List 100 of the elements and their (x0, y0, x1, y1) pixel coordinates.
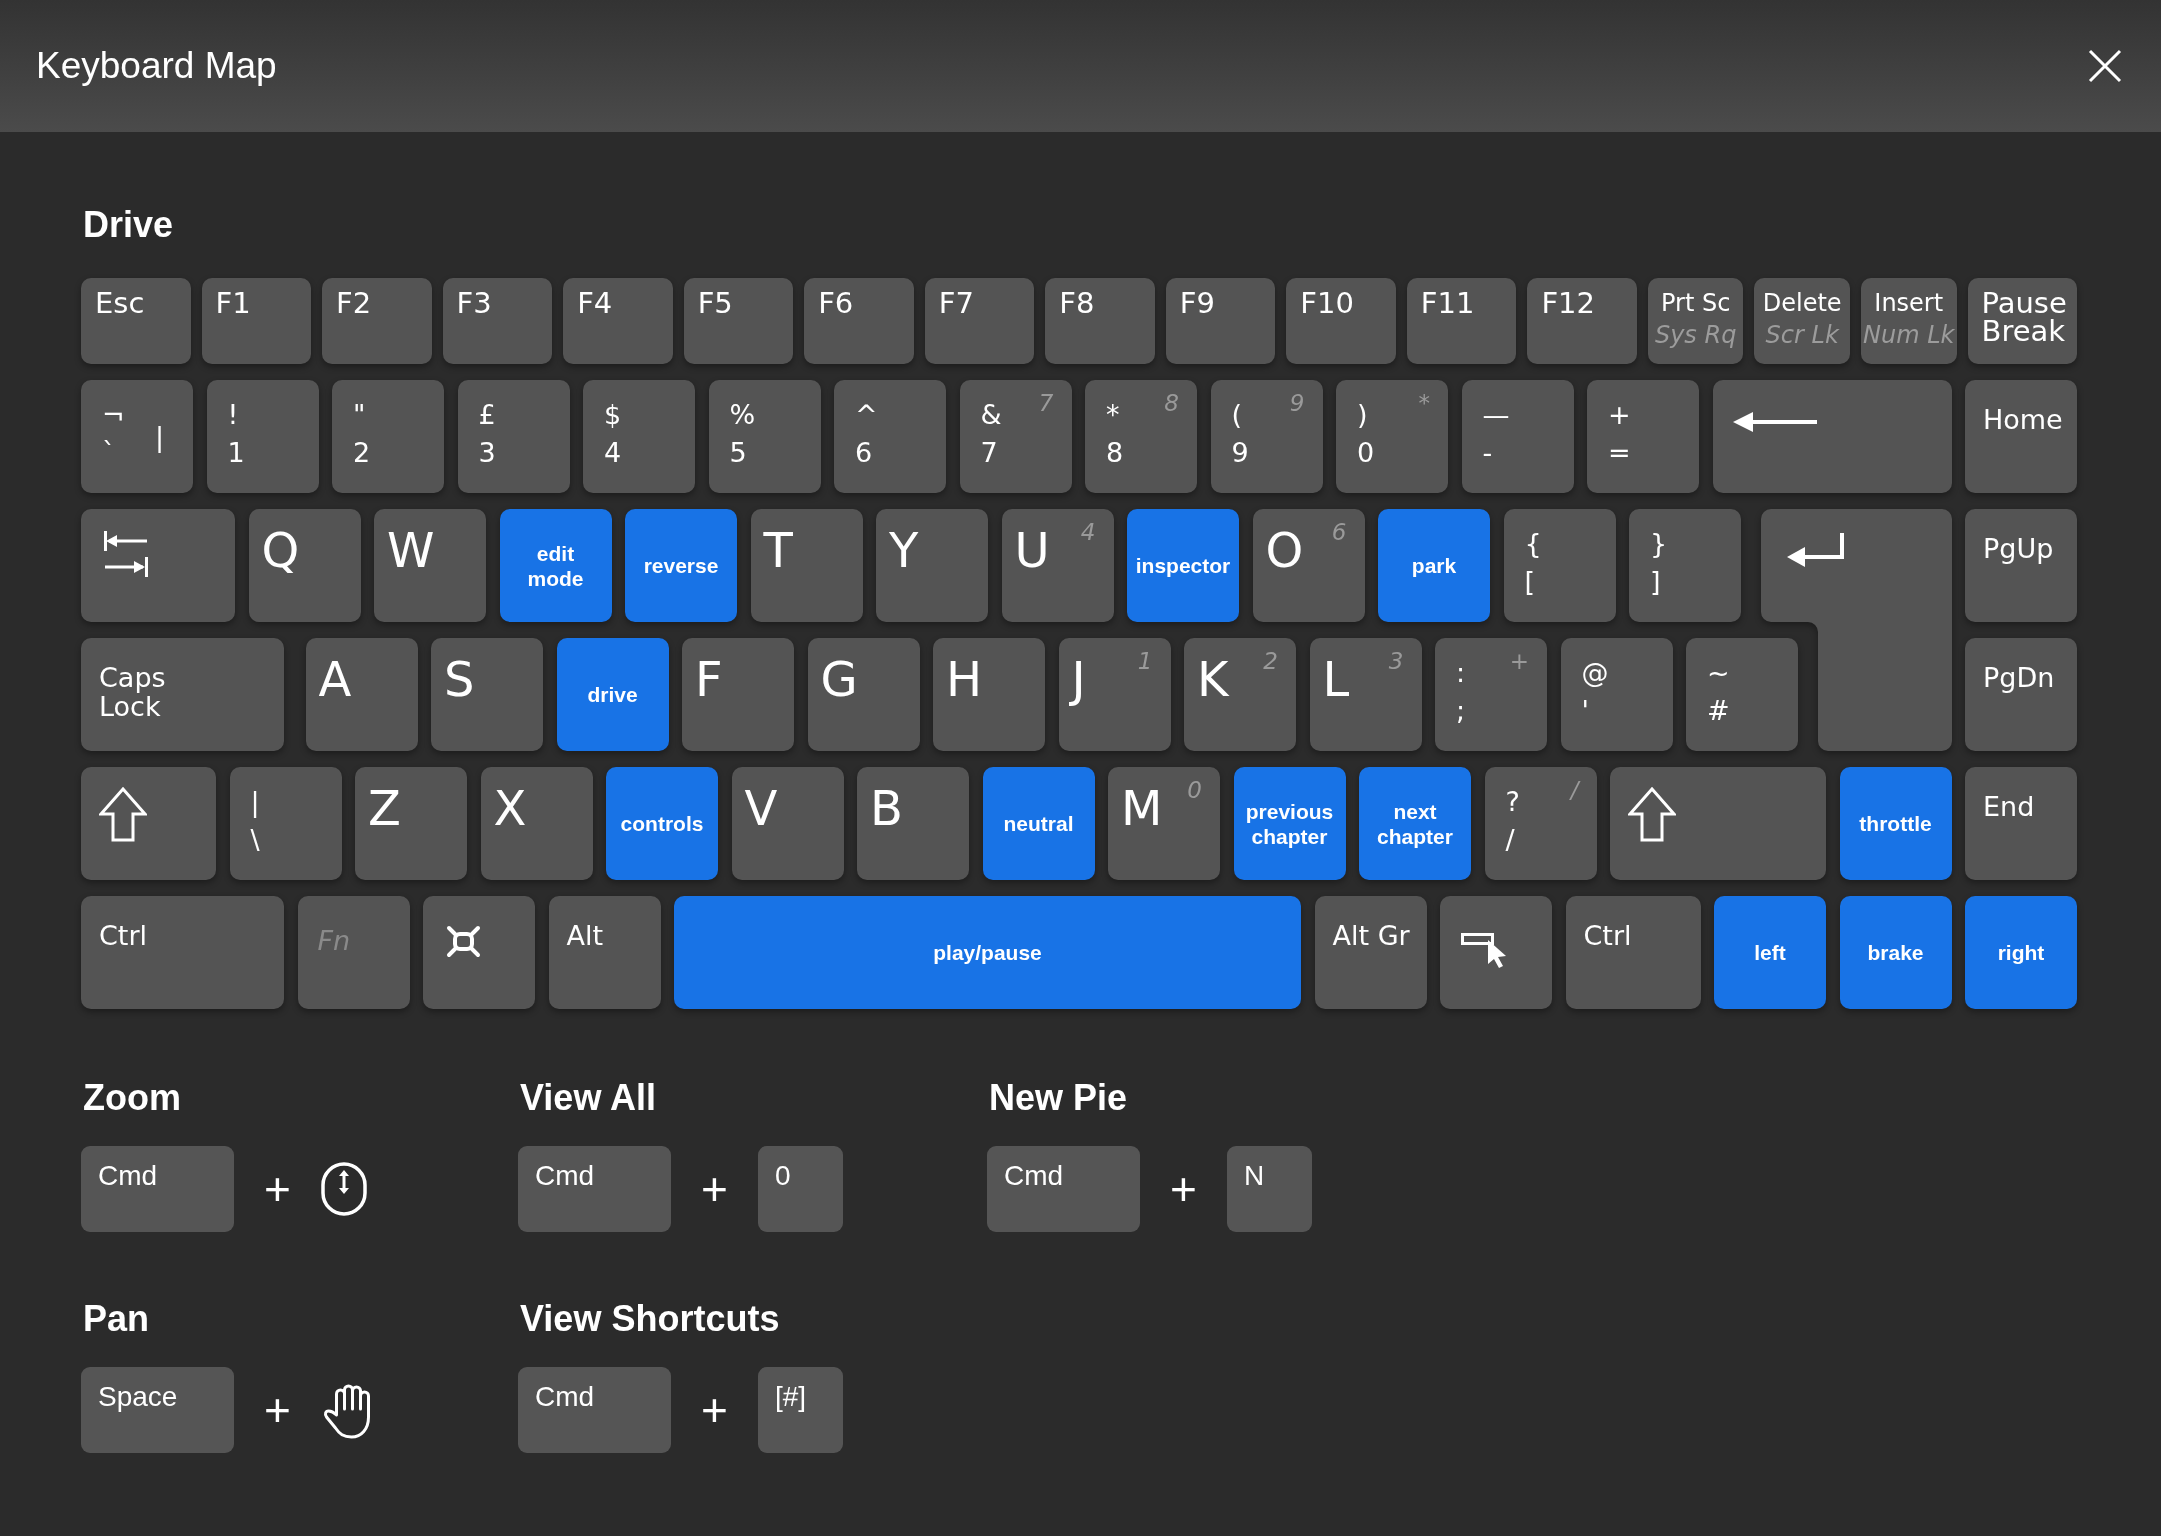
key-legend: & (980, 396, 1002, 434)
key-legend: 8 (1106, 434, 1124, 472)
key-legend: } (1650, 525, 1668, 563)
key-legend: H (946, 655, 983, 703)
mouse-scroll-icon (320, 1162, 367, 1216)
close-button[interactable] (2088, 49, 2122, 83)
key-sublegend: Sys Rq (1654, 320, 1737, 351)
key-legend: 9 (1231, 434, 1249, 472)
key-legend: K (1197, 655, 1229, 703)
key-legend: X (493, 784, 527, 832)
numpad-legend: 3 (1388, 650, 1404, 673)
key-sublegend: Num Lk (1863, 320, 1955, 351)
action-label: left (1754, 940, 1786, 965)
action-label: brake (1867, 940, 1924, 965)
key-legend: Q (261, 526, 300, 574)
key-legend: - (1482, 434, 1493, 472)
key-legend: ^ (855, 396, 878, 434)
key-legend: ; (1456, 692, 1466, 730)
key-legend: ) (1357, 396, 1368, 434)
action-label: right (1997, 940, 2045, 965)
numpad-legend: * (1418, 392, 1430, 415)
key-legend: $ (604, 396, 622, 434)
key-legend: £ (478, 396, 496, 434)
key-legend: + (1608, 396, 1631, 434)
action-label: neutral (1003, 811, 1074, 836)
key-legend: ` (102, 434, 116, 472)
key-legend: 7 (980, 434, 998, 472)
action-label: reverse (643, 553, 719, 578)
action-label: edit mode (527, 540, 584, 591)
section-title: Zoom (83, 1076, 181, 1120)
key-legend: Y (889, 526, 919, 574)
key-legend: F12 (1541, 289, 1595, 317)
key-legend: G (820, 655, 858, 703)
key-legend: ' (1581, 692, 1589, 730)
key-legend: F1 (215, 289, 251, 317)
numpad-legend: 6 (1331, 521, 1347, 544)
action-label: next chapter (1377, 798, 1453, 849)
key-legend: F9 (1179, 289, 1215, 317)
key-legend: 3 (478, 434, 496, 472)
key-legend: # (1707, 692, 1730, 730)
key-legend: V (744, 784, 778, 832)
window-title: Keyboard Map (36, 44, 277, 89)
key-legend: 2 (353, 434, 371, 472)
numpad-legend: / (1570, 779, 1579, 802)
key-legend: Prt Sc (1660, 287, 1731, 319)
key-legend: Cmd (535, 1383, 595, 1411)
section-title: New Pie (989, 1076, 1128, 1120)
plus-sign: + (264, 1166, 291, 1212)
plus-sign: + (1170, 1166, 1197, 1212)
key-legend: O (1265, 526, 1304, 574)
section-title: View All (520, 1076, 657, 1120)
key-legend: Cmd (1004, 1162, 1064, 1190)
key-legend: S (444, 655, 475, 703)
key-legend: F7 (938, 289, 974, 317)
left-arrow-icon (1732, 412, 1817, 432)
key-legend: U (1014, 526, 1050, 574)
key-legend: Z (368, 784, 401, 832)
key-legend: ( (1231, 396, 1243, 434)
command-icon (446, 925, 481, 958)
key-legend: L (1322, 655, 1350, 703)
key-legend: 5 (729, 434, 747, 472)
key-legend: ] (1650, 563, 1661, 601)
return-arrow-icon (1786, 533, 1845, 567)
key-legend: Space (98, 1383, 178, 1411)
key-legend: 0 (774, 1162, 791, 1190)
key-legend: End (1983, 792, 2035, 821)
key-legend: @ (1581, 654, 1609, 692)
key-legend: Alt Gr (1332, 921, 1410, 950)
key-legend: 4 (604, 434, 622, 472)
key-legend: F4 (577, 289, 613, 317)
key-legend: F (695, 655, 723, 703)
plus-sign: + (701, 1166, 728, 1212)
key-legend: Ctrl (99, 921, 148, 950)
numpad-legend: 8 (1164, 392, 1179, 415)
key-legend: Cmd (535, 1162, 595, 1190)
key-legend: ¬ (102, 396, 125, 434)
key-legend: Cmd (98, 1162, 158, 1190)
key-legend: Home (1983, 405, 2063, 434)
key-legend: / (1505, 821, 1515, 859)
key-legend: \ (250, 821, 260, 859)
key-legend: Alt (566, 921, 604, 950)
key-legend: 0 (1357, 434, 1375, 472)
key-legend: * (1106, 396, 1120, 434)
section-title: Pan (83, 1297, 150, 1341)
key-legend: { (1524, 525, 1542, 563)
key-legend: F2 (336, 289, 372, 317)
plus-sign: + (264, 1387, 291, 1433)
key-legend: N (1243, 1162, 1265, 1190)
plus-sign: + (701, 1387, 728, 1433)
key-legend: — (1482, 396, 1510, 434)
key-legend: F10 (1300, 289, 1354, 317)
action-label: inspector (1135, 553, 1231, 578)
action-label: drive (587, 682, 638, 707)
key-legend: = (1608, 434, 1631, 472)
key-legend: F6 (818, 289, 854, 317)
key-legend: Insert (1874, 287, 1944, 319)
action-label: park (1411, 553, 1457, 578)
key-legend: Esc (95, 289, 145, 317)
numpad-legend: 9 (1289, 392, 1305, 415)
key-legend: " (353, 396, 366, 434)
